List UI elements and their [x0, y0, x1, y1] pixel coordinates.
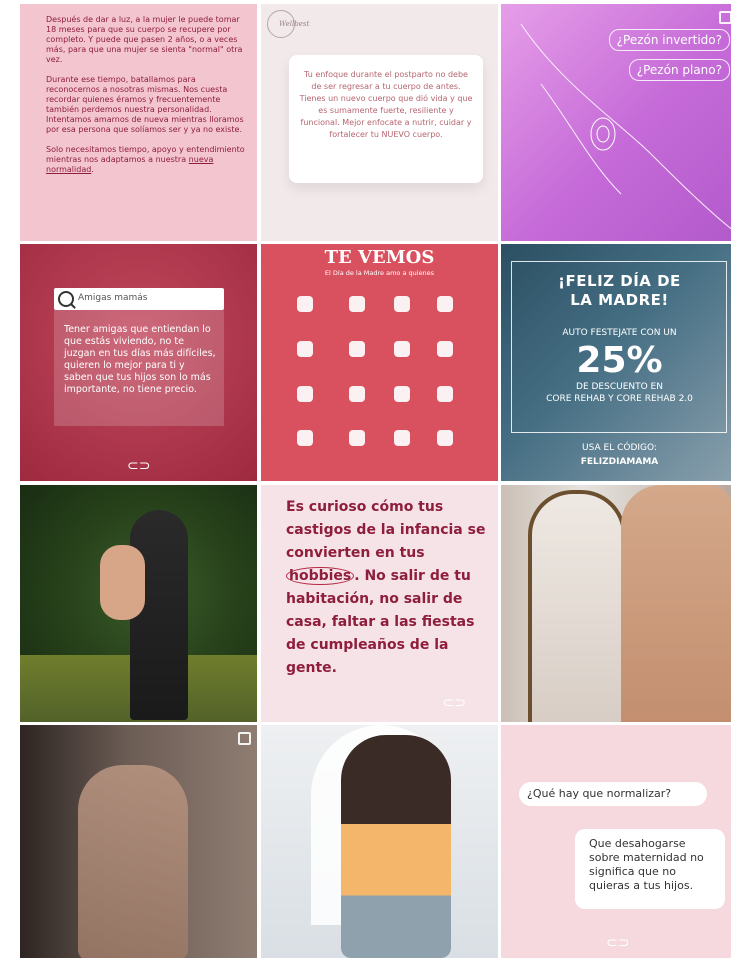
- promo-code-label: USA EL CÓDIGO:: [582, 443, 657, 453]
- answer-text: Que desahogarse sobre maternidad no sign…: [589, 837, 704, 892]
- promo-code: FELIZDIAMAMA: [580, 457, 659, 467]
- reel-icon: [238, 732, 251, 745]
- infinity-icon: ⊂⊃: [127, 458, 151, 474]
- post-tile-focus-card[interactable]: Wellbest Tu enfoque durante el postparto…: [261, 4, 498, 241]
- baby-figure: [100, 545, 145, 620]
- promo-discount: 25%: [576, 340, 663, 381]
- hobbies-text: Es curioso cómo tus castigos de la infan…: [286, 496, 486, 680]
- brand-logo-text: Wellbest: [279, 20, 310, 28]
- post-tile-dark-selfie[interactable]: [20, 725, 257, 958]
- post-tile-mother-with-baby-photo[interactable]: [20, 485, 257, 722]
- paragraph-1: Después de dar a luz, a la mujer le pued…: [46, 15, 243, 64]
- woman-figure: [78, 765, 188, 958]
- hobbies-pre: Es curioso cómo tus castigos de la infan…: [286, 499, 486, 561]
- infinity-icon: ⊂⊃: [606, 935, 630, 951]
- flat-nipple-pill: ¿Pezón plano?: [628, 59, 730, 81]
- woman-figure: [621, 485, 731, 722]
- text-panel: Tener amigas que entiendan lo que estás …: [54, 310, 224, 426]
- icon-16: [437, 430, 453, 446]
- icon-3: [394, 296, 410, 312]
- icon-8: [437, 341, 453, 357]
- icon-2: [349, 296, 365, 312]
- post-text: Después de dar a luz, a la mujer le pued…: [46, 15, 246, 185]
- post-tile-mothers-day-promo[interactable]: ¡FELIZ DÍA DE LA MADRE! AUTO FESTEJATE C…: [501, 244, 731, 481]
- paragraph-3-end: .: [91, 165, 94, 174]
- mirror: [528, 490, 626, 722]
- woman-figure: [341, 735, 451, 958]
- search-icon: [58, 291, 74, 307]
- post-tile-postpartum-recovery[interactable]: Después de dar a luz, a la mujer le pued…: [20, 4, 257, 241]
- search-bar-graphic: Amigas mamás: [54, 288, 224, 310]
- icon-4: [437, 296, 453, 312]
- te-vemos-subtitle: El Día de la Madre amo a quienes: [324, 269, 435, 277]
- hobbies-circled: hobbies: [286, 567, 355, 585]
- post-tile-mom-friends[interactable]: Amigas mamás Tener amigas que entiendan …: [20, 244, 257, 481]
- question-bubble: ¿Qué hay que normalizar?: [519, 782, 707, 806]
- icon-6: [349, 341, 365, 357]
- promo-line-1: ¡FELIZ DÍA DE: [558, 272, 681, 290]
- card-text: Tu enfoque durante el postparto no debe …: [299, 70, 473, 139]
- icon-12: [437, 386, 453, 402]
- post-tile-te-vemos[interactable]: TE VEMOS El Día de la Madre amo a quiene…: [261, 244, 498, 481]
- answer-bubble: Que desahogarse sobre maternidad no sign…: [575, 829, 725, 909]
- icon-7: [394, 341, 410, 357]
- promo-line-5: CORE REHAB Y CORE REHAB 2.0: [546, 394, 693, 404]
- icon-5: [297, 341, 313, 357]
- infinity-icon: ⊂⊃: [442, 695, 466, 711]
- post-tile-nipple-question[interactable]: ¿Pezón invertido? ¿Pezón plano?: [501, 4, 731, 241]
- inverted-nipple-pill: ¿Pezón invertido?: [608, 29, 730, 51]
- search-query: Amigas mamás: [78, 293, 148, 303]
- te-vemos-title: TE VEMOS: [324, 247, 435, 268]
- icon-14: [349, 430, 365, 446]
- icon-15: [394, 430, 410, 446]
- icon-13: [297, 430, 313, 446]
- icon-11: [394, 386, 410, 402]
- icon-9: [297, 386, 313, 402]
- promo-line-3: AUTO FESTEJATE CON UN: [562, 328, 677, 338]
- paragraph-3: Solo necesitamos tiempo, apoyo y entendi…: [46, 145, 246, 175]
- icon-1: [297, 296, 313, 312]
- post-tile-normalize[interactable]: ¿Qué hay que normalizar? Que desahogarse…: [501, 725, 731, 958]
- paragraph-2: Durante ese tiempo, batallamos para reco…: [46, 75, 244, 134]
- icon-10: [349, 386, 365, 402]
- message-card: Tu enfoque durante el postparto no debe …: [289, 55, 483, 183]
- promo-line-4: DE DESCUENTO EN: [576, 382, 663, 392]
- promo-line-2: LA MADRE!: [570, 291, 669, 309]
- post-tile-mirror-selfie[interactable]: [501, 485, 731, 722]
- post-tile-peace-sign-photo[interactable]: [261, 725, 498, 958]
- paragraph-3-text: Solo necesitamos tiempo, apoyo y entendi…: [46, 145, 245, 164]
- mother-figure: [130, 510, 188, 720]
- reel-icon: [719, 11, 731, 24]
- panel-text: Tener amigas que entiendan lo que estás …: [64, 324, 216, 395]
- post-tile-hobbies[interactable]: Es curioso cómo tus castigos de la infan…: [261, 485, 498, 722]
